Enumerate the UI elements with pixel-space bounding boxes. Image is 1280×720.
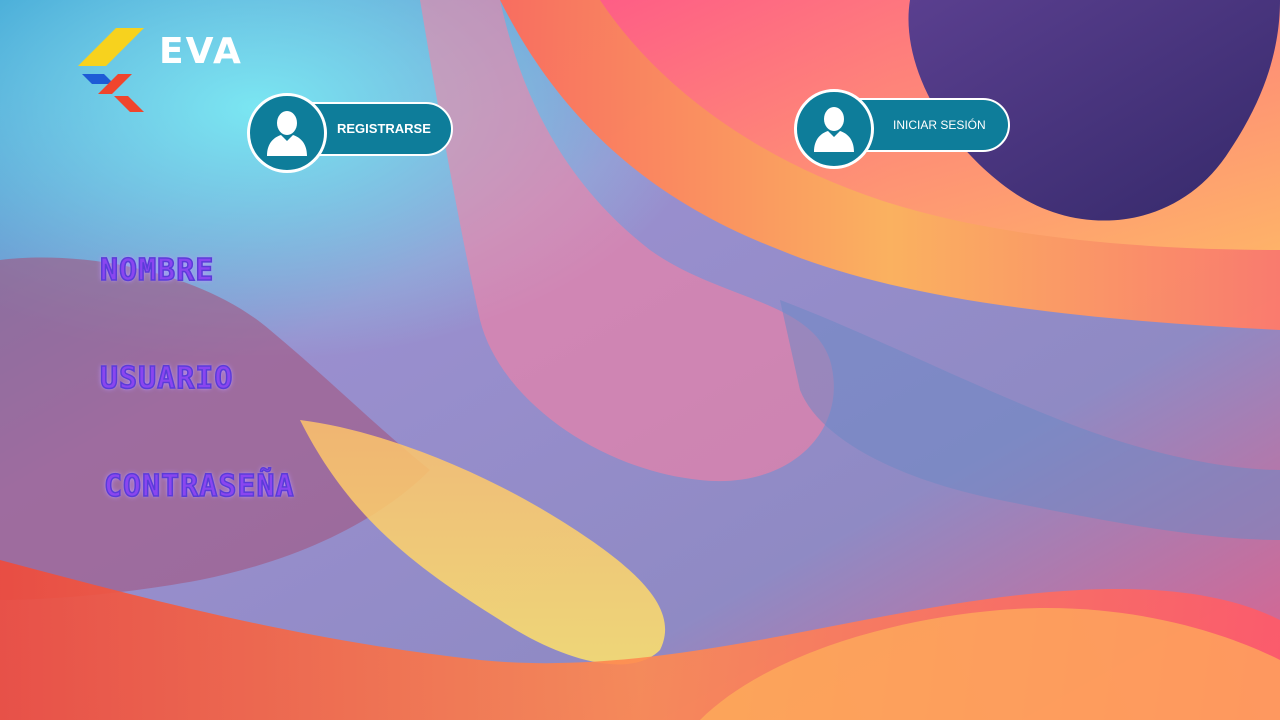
- login-label[interactable]: INICIAR SESIÓN: [893, 89, 986, 161]
- brand-name: EVA: [159, 31, 243, 72]
- user-label: USUARIO: [99, 361, 234, 396]
- password-label: CONTRASEÑA: [103, 469, 295, 504]
- login-avatar[interactable]: [794, 89, 874, 169]
- register-avatar[interactable]: [247, 93, 327, 173]
- user-icon: [267, 111, 307, 156]
- brand-logo[interactable]: EVA: [78, 28, 268, 118]
- register-label[interactable]: REGISTRARSE: [337, 93, 431, 165]
- name-label: NOMBRE: [99, 253, 215, 288]
- register-button[interactable]: REGISTRARSE: [247, 93, 455, 173]
- login-button[interactable]: INICIAR SESIÓN: [794, 89, 1014, 169]
- eva-logo-icon: [78, 28, 144, 112]
- user-icon: [814, 107, 854, 152]
